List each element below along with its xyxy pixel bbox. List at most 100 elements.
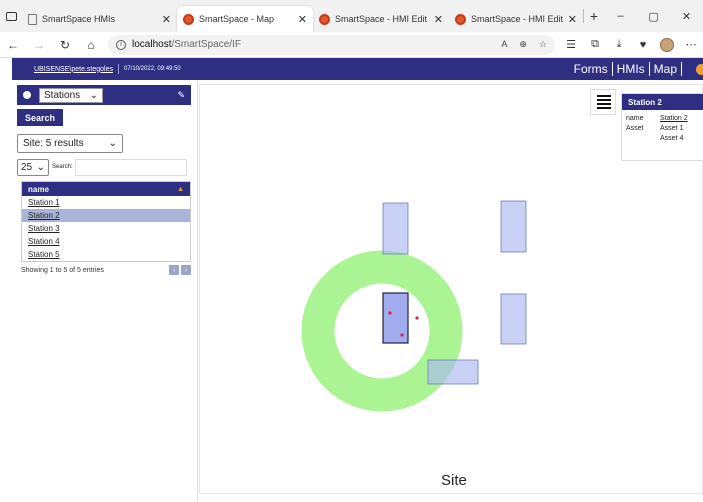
station-area-5[interactable] bbox=[427, 359, 479, 385]
search-input[interactable] bbox=[75, 159, 187, 176]
page-length-value: 25 bbox=[21, 162, 33, 173]
object-panel: Stations ⌄ ✎ Search Site: 5 results ⌄ 25… bbox=[12, 80, 198, 502]
settings-icon[interactable] bbox=[23, 91, 31, 99]
zoom-icon[interactable]: ⊕ bbox=[519, 39, 527, 50]
previous-page-button[interactable]: ‹ bbox=[169, 265, 179, 275]
header-divider bbox=[118, 64, 119, 74]
exit-icon[interactable] bbox=[696, 63, 703, 75]
list-icon bbox=[597, 99, 611, 101]
popup-name-row: name Station 2 bbox=[622, 115, 703, 122]
info-icon[interactable]: i bbox=[116, 39, 126, 50]
tab-smartspace-hmis[interactable]: SmartSpace HMIs ✕ bbox=[22, 6, 177, 32]
page-length-select[interactable]: 25 ⌄ bbox=[17, 159, 49, 176]
chevron-down-icon: ⌄ bbox=[89, 89, 98, 101]
read-aloud-icon[interactable]: A bbox=[501, 39, 507, 50]
browser-tab-bar: SmartSpace HMIs ✕ SmartSpace - Map ✕ Sma… bbox=[0, 0, 703, 32]
table-row[interactable]: Station 5 bbox=[22, 248, 190, 261]
popup-asset-row: Asset 4 bbox=[622, 135, 703, 142]
table-row[interactable]: Station 3 bbox=[22, 222, 190, 235]
more-icon[interactable]: ⋯ bbox=[679, 32, 703, 58]
nav-forms[interactable]: Forms bbox=[574, 62, 608, 76]
popup-key: Asset bbox=[626, 125, 644, 132]
nav-divider bbox=[648, 62, 650, 76]
site-zone-ring[interactable] bbox=[301, 250, 463, 412]
popup-title: Station 2 bbox=[622, 94, 703, 110]
asset-marker[interactable] bbox=[400, 333, 404, 337]
favorites-icon[interactable]: ☰ bbox=[559, 32, 583, 58]
popup-asset-row: Asset Asset 1 bbox=[622, 125, 703, 132]
collections-icon[interactable]: ⧉ bbox=[583, 32, 607, 58]
table-row[interactable]: Station 1 bbox=[22, 196, 190, 209]
popup-asset-value: Asset 4 bbox=[660, 135, 684, 142]
list-toggle-button[interactable] bbox=[590, 89, 616, 115]
favorite-icon[interactable]: ☆ bbox=[539, 39, 547, 50]
search-button[interactable]: Search bbox=[17, 109, 63, 126]
station-area-3[interactable] bbox=[500, 200, 527, 253]
page-icon bbox=[28, 13, 37, 25]
popup-asset-value: Asset 1 bbox=[660, 125, 684, 132]
close-icon[interactable]: ✕ bbox=[434, 13, 443, 26]
tab-smartspace-hmi-edit-2[interactable]: SmartSpace - HMI Edit ✕ bbox=[449, 6, 583, 32]
user-link[interactable]: UBISENSE\pete.stegoles bbox=[34, 66, 113, 73]
list-icon bbox=[597, 103, 611, 105]
back-button[interactable]: ← bbox=[0, 32, 26, 58]
url-field[interactable]: i localhost/SmartSpace/IF A ⊕ ☆ bbox=[108, 34, 555, 55]
edit-icon[interactable]: ✎ bbox=[177, 90, 185, 101]
close-icon[interactable]: ✕ bbox=[162, 13, 171, 26]
column-header-name[interactable]: name ▲ bbox=[22, 182, 190, 196]
site-select[interactable]: Site: 5 results ⌄ bbox=[17, 134, 123, 153]
map-view[interactable]: Site Station 2 name Station 2 Asset Asse… bbox=[199, 84, 703, 494]
profile-button[interactable] bbox=[655, 32, 679, 58]
station-area-2-selected[interactable] bbox=[382, 292, 409, 344]
site-label: Site bbox=[441, 472, 467, 489]
heart-icon[interactable]: ♥ bbox=[631, 32, 655, 58]
entries-info: Showing 1 to 5 of 5 entries bbox=[21, 267, 104, 274]
header-nav: Forms HMIs Map bbox=[574, 62, 703, 76]
smartspace-icon bbox=[183, 13, 194, 25]
url-host: localhost bbox=[132, 39, 172, 50]
close-icon[interactable]: ✕ bbox=[568, 13, 577, 26]
nav-divider bbox=[611, 62, 613, 76]
object-type-value: Stations bbox=[44, 89, 81, 101]
url-path: /SmartSpace/IF bbox=[171, 39, 241, 50]
table-row-selected[interactable]: Station 2 bbox=[22, 209, 190, 222]
close-window-button[interactable]: ✕ bbox=[670, 10, 703, 23]
panel-header: Stations ⌄ ✎ bbox=[17, 85, 191, 105]
tab-smartspace-map[interactable]: SmartSpace - Map ✕ bbox=[177, 6, 313, 32]
new-tab-button[interactable]: + bbox=[584, 0, 604, 32]
home-button[interactable]: ⌂ bbox=[78, 32, 104, 58]
list-icon bbox=[597, 107, 611, 109]
nav-map[interactable]: Map bbox=[654, 62, 677, 76]
chevron-down-icon: ⌄ bbox=[36, 162, 45, 173]
close-icon[interactable]: ✕ bbox=[298, 13, 307, 26]
refresh-button[interactable]: ↻ bbox=[52, 32, 78, 58]
object-info-popup: Station 2 name Station 2 Asset Asset 1 A… bbox=[621, 93, 703, 161]
station-area-1[interactable] bbox=[382, 202, 409, 255]
popup-name-link[interactable]: Station 2 bbox=[660, 115, 688, 122]
forward-button[interactable]: → bbox=[26, 32, 52, 58]
list-icon bbox=[597, 95, 611, 97]
search-label: Search: bbox=[52, 164, 73, 170]
popup-key: name bbox=[626, 115, 644, 122]
app-header: UBISENSE\pete.stegoles 07/10/2022, 09:49… bbox=[12, 58, 703, 80]
stations-table: name ▲ Station 1 Station 2 Station 3 Sta… bbox=[21, 181, 191, 262]
smartspace-icon bbox=[319, 13, 330, 25]
minimize-button[interactable]: – bbox=[604, 10, 637, 22]
sort-asc-icon: ▲ bbox=[177, 185, 184, 193]
pagination: ‹ › bbox=[169, 265, 191, 275]
asset-marker[interactable] bbox=[388, 311, 392, 315]
smartspace-icon bbox=[455, 13, 466, 25]
tab-smartspace-hmi-edit-1[interactable]: SmartSpace - HMI Edit ✕ bbox=[313, 6, 449, 32]
station-area-4[interactable] bbox=[500, 293, 527, 345]
nav-divider bbox=[681, 62, 682, 76]
table-row[interactable]: Station 4 bbox=[22, 235, 190, 248]
asset-marker[interactable] bbox=[415, 316, 419, 320]
column-header-label: name bbox=[28, 184, 49, 194]
tab-actions-icon[interactable] bbox=[0, 0, 22, 32]
object-type-select[interactable]: Stations ⌄ bbox=[39, 87, 103, 103]
nav-hmis[interactable]: HMIs bbox=[617, 62, 645, 76]
download-icon[interactable]: ⤓ bbox=[607, 32, 631, 58]
next-page-button[interactable]: › bbox=[181, 265, 191, 275]
maximize-button[interactable]: ▢ bbox=[637, 10, 670, 23]
address-bar: ← → ↻ ⌂ i localhost/SmartSpace/IF A ⊕ ☆ … bbox=[0, 32, 703, 58]
